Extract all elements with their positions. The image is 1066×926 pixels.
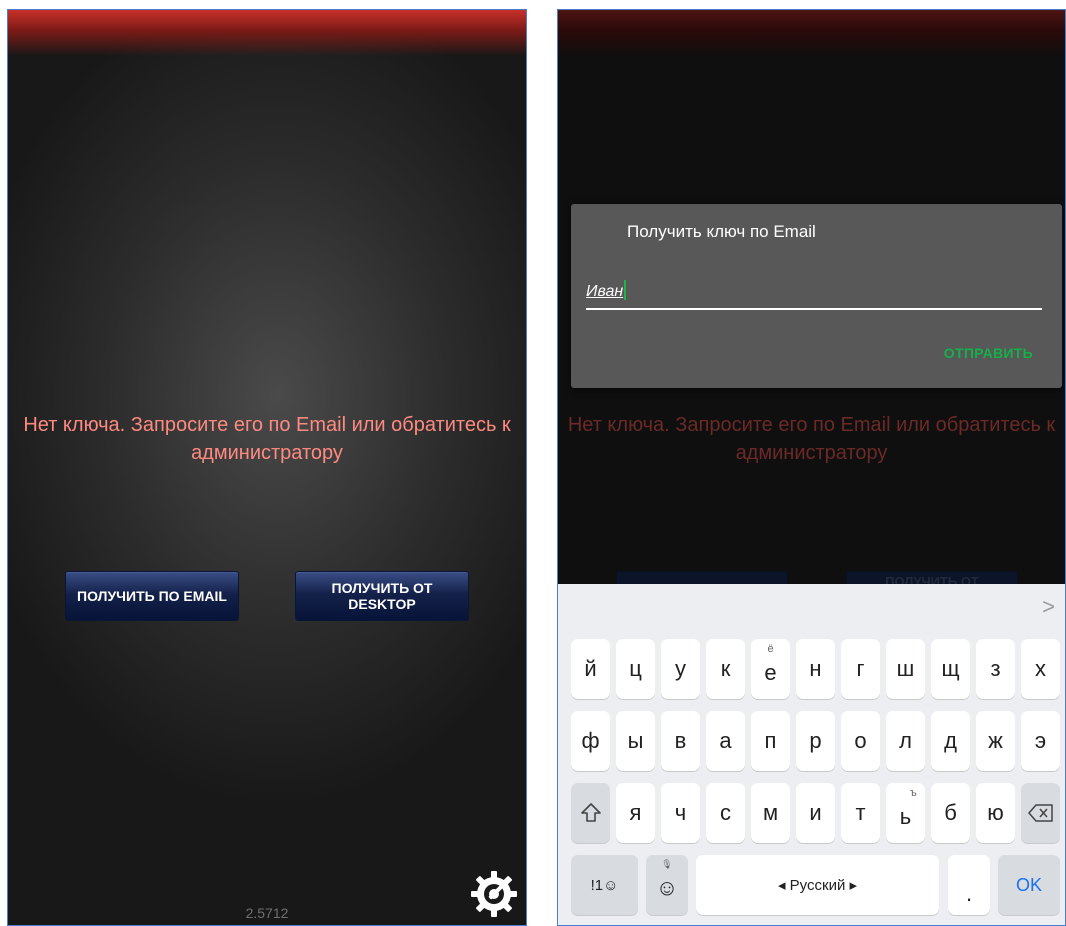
key-letter[interactable]: ы	[616, 711, 655, 771]
key-letter[interactable]: ш	[886, 639, 925, 699]
space-key[interactable]: ◂ Русский ▸	[696, 855, 939, 915]
key-letter[interactable]: х	[1021, 639, 1060, 699]
key-letter[interactable]: п	[751, 711, 790, 771]
key-soft-sign-label: ь	[899, 804, 912, 829]
period-key[interactable]: .	[948, 855, 990, 915]
key-letter[interactable]: р	[796, 711, 835, 771]
key-letter[interactable]: л	[886, 711, 925, 771]
key-letter[interactable]: я	[616, 783, 655, 843]
status-bar	[558, 10, 1065, 56]
key-hint-yo: ё	[767, 643, 774, 655]
key-letter-e[interactable]: ё е	[751, 639, 790, 699]
no-key-message-dimmed: Нет ключа. Запросите его по Email или об…	[567, 414, 1056, 464]
suggestion-bar: >	[558, 584, 1065, 630]
get-by-email-button[interactable]: ПОЛУЧИТЬ ПО EMAIL	[65, 571, 239, 621]
key-letter[interactable]: м	[751, 783, 790, 843]
no-key-message: Нет ключа. Запросите его по Email или об…	[23, 414, 511, 464]
chevron-right-icon[interactable]: >	[1042, 594, 1055, 620]
microphone-icon: 🎙	[661, 859, 673, 869]
key-letter[interactable]: н	[796, 639, 835, 699]
email-input[interactable]: Иван	[586, 280, 1042, 310]
get-from-desktop-button[interactable]: ПОЛУЧИТЬ ОТ DESKTOP	[295, 571, 469, 621]
key-letter[interactable]: ю	[976, 783, 1015, 843]
key-letter[interactable]: о	[841, 711, 880, 771]
key-letter[interactable]: щ	[931, 639, 970, 699]
gear-wrench-icon	[471, 871, 517, 917]
key-letter[interactable]: ц	[616, 639, 655, 699]
key-letter[interactable]: б	[931, 783, 970, 843]
dialog-title: Получить ключ по Email	[627, 222, 816, 241]
soft-keyboard: > й ц у к ё е н г ш щ з х ф ы в а п р о …	[558, 584, 1065, 925]
key-letter[interactable]: ф	[571, 711, 610, 771]
backspace-icon	[1027, 804, 1053, 822]
key-letter[interactable]: ч	[661, 783, 700, 843]
shift-key[interactable]	[571, 783, 610, 843]
email-key-dialog: Получить ключ по Email Иван ОТПРАВИТЬ	[571, 204, 1062, 388]
key-letter-e-label: е	[764, 660, 777, 685]
desktop-label-line2: DESKTOP	[348, 596, 416, 612]
status-bar	[8, 10, 526, 56]
version-label: 2.5712	[245, 905, 289, 921]
key-letter[interactable]: а	[706, 711, 745, 771]
send-button[interactable]: ОТПРАВИТЬ	[944, 345, 1033, 361]
key-letter[interactable]: и	[796, 783, 835, 843]
screen-no-key: Нет ключа. Запросите его по Email или об…	[7, 9, 527, 926]
key-letter[interactable]: з	[976, 639, 1015, 699]
smiley-icon: ☺	[655, 875, 679, 900]
get-from-desktop-label: ПОЛУЧИТЬ ОТ DESKTOP	[332, 580, 433, 612]
backspace-key[interactable]	[1021, 783, 1060, 843]
key-hint-hard-sign: ъ	[909, 787, 917, 799]
symbols-key[interactable]: !1☺	[571, 855, 638, 915]
emoji-key[interactable]: 🎙 ☺	[646, 855, 688, 915]
shift-arrow-icon	[580, 803, 601, 822]
key-letter[interactable]: э	[1021, 711, 1060, 771]
key-letter[interactable]: ж	[976, 711, 1015, 771]
key-letter[interactable]: в	[661, 711, 700, 771]
key-letter[interactable]: к	[706, 639, 745, 699]
key-letter[interactable]: с	[706, 783, 745, 843]
key-letter[interactable]: т	[841, 783, 880, 843]
key-letter[interactable]: й	[571, 639, 610, 699]
key-letter[interactable]: д	[931, 711, 970, 771]
settings-button[interactable]	[468, 868, 520, 920]
text-cursor	[624, 280, 627, 300]
key-letter[interactable]: г	[841, 639, 880, 699]
screen-email-dialog: Нет ключа. Запросите его по Email или об…	[557, 9, 1066, 926]
email-input-value: Иван	[586, 283, 624, 300]
get-by-email-label: ПОЛУЧИТЬ ПО EMAIL	[77, 588, 227, 604]
ok-key[interactable]: OK	[998, 855, 1060, 915]
key-letter[interactable]: у	[661, 639, 700, 699]
key-letter-soft-sign[interactable]: ъ ь	[886, 783, 925, 843]
desktop-label-line1: ПОЛУЧИТЬ ОТ	[331, 580, 433, 596]
